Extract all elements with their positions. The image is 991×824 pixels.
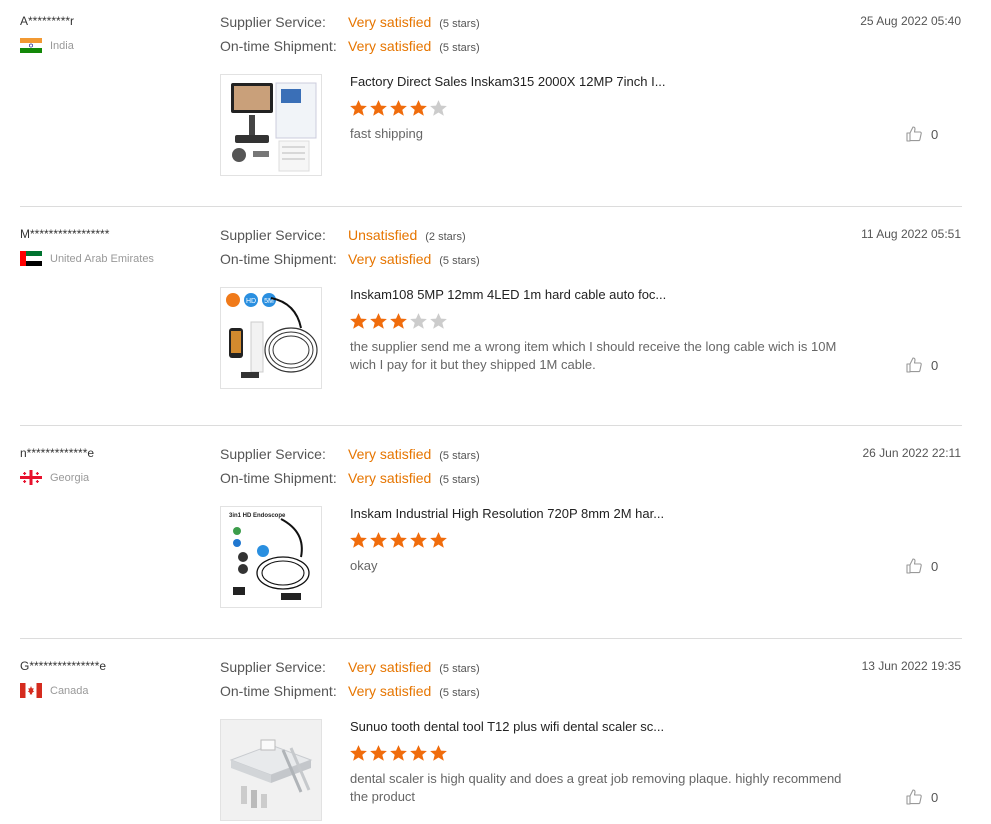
thumbs-up-icon: [906, 357, 922, 373]
buyer-name: A*********r: [20, 14, 75, 28]
buyer-country: Canada: [20, 683, 89, 698]
star-filled-icon: [390, 313, 407, 329]
uae-flag-icon: [20, 251, 42, 266]
product-thumbnail[interactable]: 3in1 HD Endoscope: [220, 506, 322, 608]
review-date: 13 Jun 2022 19:35: [861, 659, 961, 673]
thumbs-up-icon: [906, 126, 922, 142]
thumb-caption: 3in1 HD Endoscope: [229, 513, 286, 519]
review-comment: okay: [350, 558, 378, 573]
star-filled-icon: [350, 100, 367, 116]
helpful-button[interactable]: 0: [905, 557, 938, 575]
helpful-button[interactable]: 0: [905, 356, 938, 374]
canada-flag-icon: [20, 683, 42, 698]
star-filled-icon: [410, 532, 427, 548]
thumbs-up-icon: [906, 789, 922, 805]
supplier-service-rating: Supplier Service: Very satisfied (5 star…: [220, 446, 480, 462]
product-thumbnail[interactable]: HD 5M: [220, 287, 322, 389]
helpful-button[interactable]: 0: [905, 125, 938, 143]
review-comment: dental scaler is high quality and does a…: [350, 771, 842, 804]
star-filled-icon: [410, 745, 427, 761]
on-time-shipment-rating: On-time Shipment: Very satisfied (5 star…: [220, 251, 480, 267]
supplier-service-rating: Supplier Service: Unsatisfied (2 stars): [220, 227, 466, 243]
star-empty-icon: [410, 313, 427, 329]
review-date: 26 Jun 2022 22:11: [862, 446, 961, 460]
star-filled-icon: [350, 745, 367, 761]
star-empty-icon: [430, 313, 447, 329]
india-flag-icon: [20, 38, 42, 53]
star-filled-icon: [370, 313, 387, 329]
star-filled-icon: [390, 532, 407, 548]
supplier-service-rating: Supplier Service: Very satisfied (5 star…: [220, 659, 480, 675]
review-date: 11 Aug 2022 05:51: [861, 227, 961, 241]
thumbs-up-icon: [906, 558, 922, 574]
buyer-country: India: [20, 38, 74, 53]
helpful-count: 0: [931, 558, 939, 574]
product-thumbnail[interactable]: [220, 74, 322, 176]
supplier-service-rating: Supplier Service: Very satisfied (5 star…: [220, 14, 480, 30]
product-rating-stars: [349, 99, 448, 118]
thumb-badge-hd: HD: [246, 298, 256, 305]
star-filled-icon: [390, 100, 407, 116]
product-rating-stars: [349, 312, 448, 331]
buyer-name: n*************e: [20, 446, 95, 460]
product-link[interactable]: Inskam108 5MP 12mm 4LED 1m hard cable au…: [350, 287, 666, 302]
helpful-button[interactable]: 0: [905, 788, 938, 806]
country-name: India: [50, 39, 74, 52]
helpful-count: 0: [931, 126, 939, 142]
country-name: Georgia: [50, 471, 90, 484]
buyer-name: G***************e: [20, 659, 107, 673]
review-divider: [20, 206, 962, 207]
buyer-country: United Arab Emirates: [20, 251, 154, 266]
on-time-shipment-rating: On-time Shipment: Very satisfied (5 star…: [220, 470, 480, 486]
product-rating-stars: [349, 531, 448, 550]
buyer-country: Georgia: [20, 470, 89, 485]
review-divider: [20, 425, 962, 426]
on-time-shipment-rating: On-time Shipment: Very satisfied (5 star…: [220, 683, 480, 699]
star-filled-icon: [370, 100, 387, 116]
helpful-count: 0: [931, 789, 939, 805]
product-thumbnail[interactable]: [220, 719, 322, 821]
product-link[interactable]: Sunuo tooth dental tool T12 plus wifi de…: [350, 719, 664, 734]
helpful-count: 0: [931, 357, 939, 373]
star-filled-icon: [370, 745, 387, 761]
star-filled-icon: [350, 313, 367, 329]
country-name: Canada: [50, 684, 89, 697]
product-link[interactable]: Inskam Industrial High Resolution 720P 8…: [350, 506, 664, 521]
product-link[interactable]: Factory Direct Sales Inskam315 2000X 12M…: [350, 74, 666, 89]
star-filled-icon: [350, 532, 367, 548]
buyer-name: M*****************: [20, 227, 110, 241]
star-filled-icon: [410, 100, 427, 116]
review-comment: fast shipping: [350, 126, 423, 141]
review-comment: the supplier send me a wrong item which …: [350, 339, 837, 372]
on-time-shipment-rating: On-time Shipment: Very satisfied (5 star…: [220, 38, 480, 54]
country-name: United Arab Emirates: [50, 252, 154, 265]
star-filled-icon: [430, 532, 447, 548]
star-filled-icon: [370, 532, 387, 548]
review-date: 25 Aug 2022 05:40: [860, 14, 961, 28]
product-rating-stars: [349, 744, 448, 763]
review-divider: [20, 638, 962, 639]
georgia-flag-icon: [20, 470, 42, 485]
star-empty-icon: [430, 100, 447, 116]
star-filled-icon: [390, 745, 407, 761]
star-filled-icon: [430, 745, 447, 761]
